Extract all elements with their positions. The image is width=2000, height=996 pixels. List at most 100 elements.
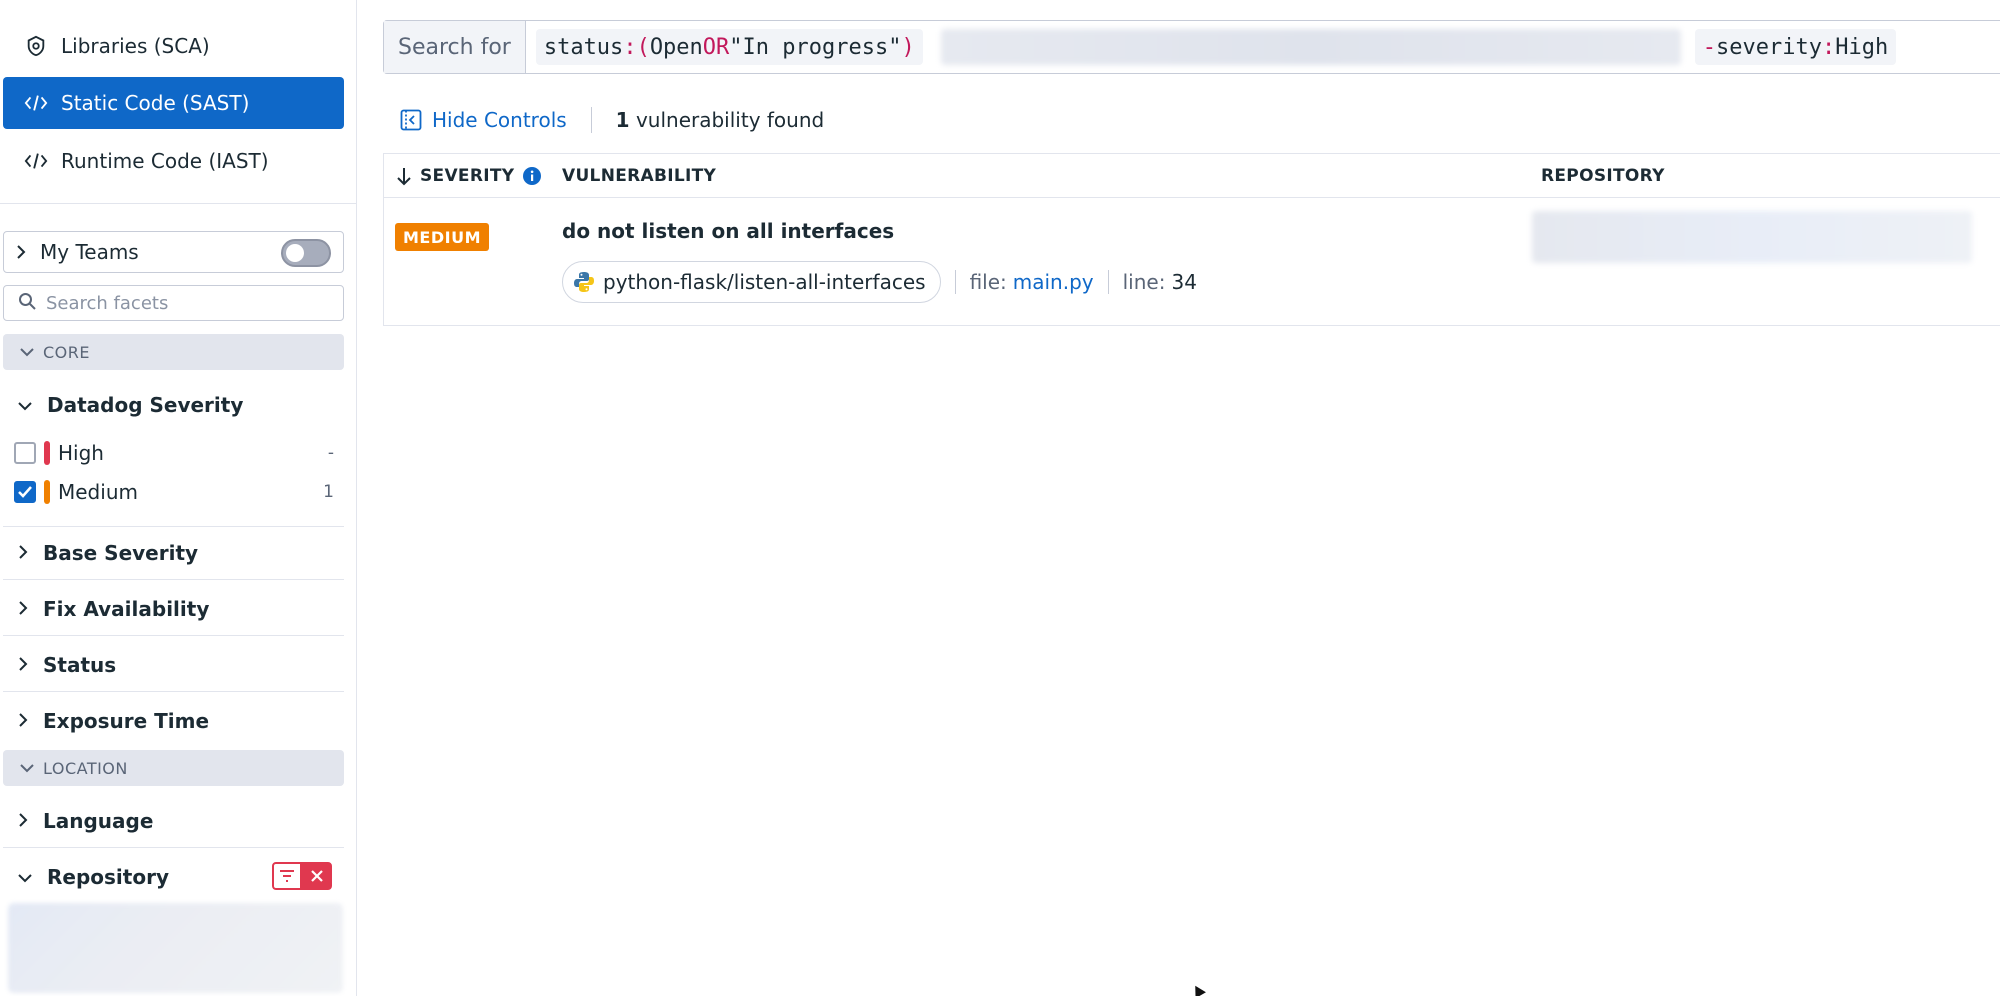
query-colon: : <box>1821 34 1836 60</box>
results-count: 1 vulnerability found <box>616 108 825 132</box>
divider <box>954 270 956 294</box>
chevron-right-icon <box>17 709 29 733</box>
facet-label: Fix Availability <box>43 596 210 621</box>
divider <box>590 107 592 133</box>
sidebar: Libraries (SCA) Static Code (SAST) Runti… <box>0 0 357 996</box>
section-header-location[interactable]: LOCATION <box>3 750 344 786</box>
shield-icon <box>23 33 49 59</box>
facet-status[interactable]: Status <box>3 638 344 692</box>
chevron-down-icon <box>19 343 35 362</box>
facet-repository[interactable]: Repository <box>3 850 344 904</box>
nav-item-static-code-sast[interactable]: Static Code (SAST) <box>3 77 344 129</box>
chevron-right-icon <box>14 240 28 264</box>
table-row[interactable]: MEDIUM do not listen on all interfaces p… <box>384 199 2000 326</box>
facet-option-label: High <box>58 441 104 465</box>
column-header-label: REPOSITORY <box>1541 166 1665 186</box>
divider <box>1107 270 1109 294</box>
file-label: file: <box>969 270 1007 294</box>
query-value: "In progress" <box>729 34 902 60</box>
vulnerabilities-table: SEVERITY VULNERABILITY REPOSITORY MEDIUM… <box>383 153 2000 326</box>
redacted-repository-cell <box>1532 211 1972 263</box>
vulnerability-title[interactable]: do not listen on all interfaces <box>562 219 894 243</box>
nav-item-libraries-sca[interactable]: Libraries (SCA) <box>3 20 344 72</box>
collapse-panel-icon <box>400 109 422 131</box>
query-value: Open <box>649 34 703 60</box>
facet-exposure-time[interactable]: Exposure Time <box>3 694 344 748</box>
facet-label: Language <box>43 808 154 833</box>
filter-icon <box>280 870 294 882</box>
rule-id: python-flask/listen-all-interfaces <box>603 270 926 294</box>
chevron-right-icon <box>17 597 29 621</box>
file-link[interactable]: main.py <box>1013 270 1094 294</box>
column-header-label: VULNERABILITY <box>562 166 717 186</box>
facet-option-count: - <box>327 443 334 463</box>
table-header: SEVERITY VULNERABILITY REPOSITORY <box>384 154 2000 198</box>
facet-option-medium[interactable]: Medium 1 <box>14 475 334 509</box>
facet-datadog-severity[interactable]: Datadog Severity <box>3 378 344 432</box>
clear-filter-button[interactable] <box>302 862 332 890</box>
hide-controls-label: Hide Controls <box>432 108 567 132</box>
section-header-core[interactable]: CORE <box>3 334 344 370</box>
my-teams-filter[interactable]: My Teams <box>3 231 344 273</box>
query-colon: : <box>623 34 637 60</box>
chevron-down-icon <box>17 865 33 889</box>
column-header-repository[interactable]: REPOSITORY <box>1541 154 1665 198</box>
facet-language[interactable]: Language <box>3 794 344 848</box>
query-chip-severity[interactable]: - severity: High <box>1694 29 1897 65</box>
vulnerability-meta: python-flask/listen-all-interfaces file:… <box>562 261 1197 303</box>
check-icon <box>18 486 32 498</box>
results-count-number: 1 <box>615 108 630 132</box>
query-negation: - <box>1702 34 1716 60</box>
section-header-label: LOCATION <box>43 758 128 778</box>
query-boolean: OR <box>702 34 730 60</box>
filter-button[interactable] <box>272 862 302 890</box>
facet-base-severity[interactable]: Base Severity <box>3 526 344 580</box>
facet-label: Base Severity <box>43 541 199 565</box>
column-header-severity[interactable]: SEVERITY <box>396 154 542 198</box>
line-number: 34 <box>1171 270 1197 294</box>
close-icon <box>311 870 323 882</box>
facet-search-box <box>3 285 344 321</box>
sidebar-divider <box>0 203 357 204</box>
checkbox[interactable] <box>14 442 36 464</box>
facet-option-label: Medium <box>58 480 138 504</box>
checkbox-checked[interactable] <box>14 481 36 503</box>
sort-descending-icon <box>396 166 412 186</box>
query-chip-status[interactable]: status:(Open OR "In progress") <box>535 29 923 65</box>
nav-item-label: Static Code (SAST) <box>61 91 250 115</box>
severity-badge: MEDIUM <box>395 223 489 251</box>
chevron-right-icon <box>17 653 29 677</box>
facet-label: Datadog Severity <box>47 393 244 417</box>
nav-item-label: Runtime Code (IAST) <box>61 149 269 173</box>
my-teams-label: My Teams <box>40 240 139 264</box>
search-label: Search for <box>384 21 526 73</box>
mouse-cursor <box>1190 982 1206 996</box>
rule-pill[interactable]: python-flask/listen-all-interfaces <box>562 261 941 303</box>
section-header-label: CORE <box>43 342 90 362</box>
facet-fix-availability[interactable]: Fix Availability <box>3 582 344 636</box>
repository-facet-actions <box>272 862 332 890</box>
code-icon <box>23 90 49 116</box>
severity-color-bar <box>44 480 50 504</box>
facet-search-input[interactable] <box>46 292 326 314</box>
facet-option-high[interactable]: High - <box>14 436 334 470</box>
hide-controls-button[interactable]: Hide Controls <box>400 108 567 132</box>
search-bar[interactable]: Search for status:(Open OR "In progress"… <box>383 20 2000 74</box>
chevron-down-icon <box>17 393 33 417</box>
my-teams-toggle[interactable] <box>281 239 331 267</box>
line-label: line: <box>1122 270 1166 294</box>
query-key: severity <box>1715 34 1822 60</box>
facet-label: Repository <box>47 865 169 889</box>
facet-label: Status <box>43 652 117 677</box>
info-icon[interactable] <box>522 166 542 186</box>
redacted-query-chip <box>940 29 1681 65</box>
chevron-right-icon <box>17 541 29 565</box>
nav-item-runtime-code-iast[interactable]: Runtime Code (IAST) <box>3 135 344 187</box>
query-value: High <box>1835 34 1889 60</box>
facet-option-count: 1 <box>323 482 334 502</box>
controls-row: Hide Controls 1 vulnerability found <box>400 105 824 135</box>
search-icon <box>18 292 36 314</box>
query-key: status <box>543 34 624 60</box>
column-header-vulnerability[interactable]: VULNERABILITY <box>562 154 716 198</box>
nav-item-label: Libraries (SCA) <box>61 34 210 58</box>
